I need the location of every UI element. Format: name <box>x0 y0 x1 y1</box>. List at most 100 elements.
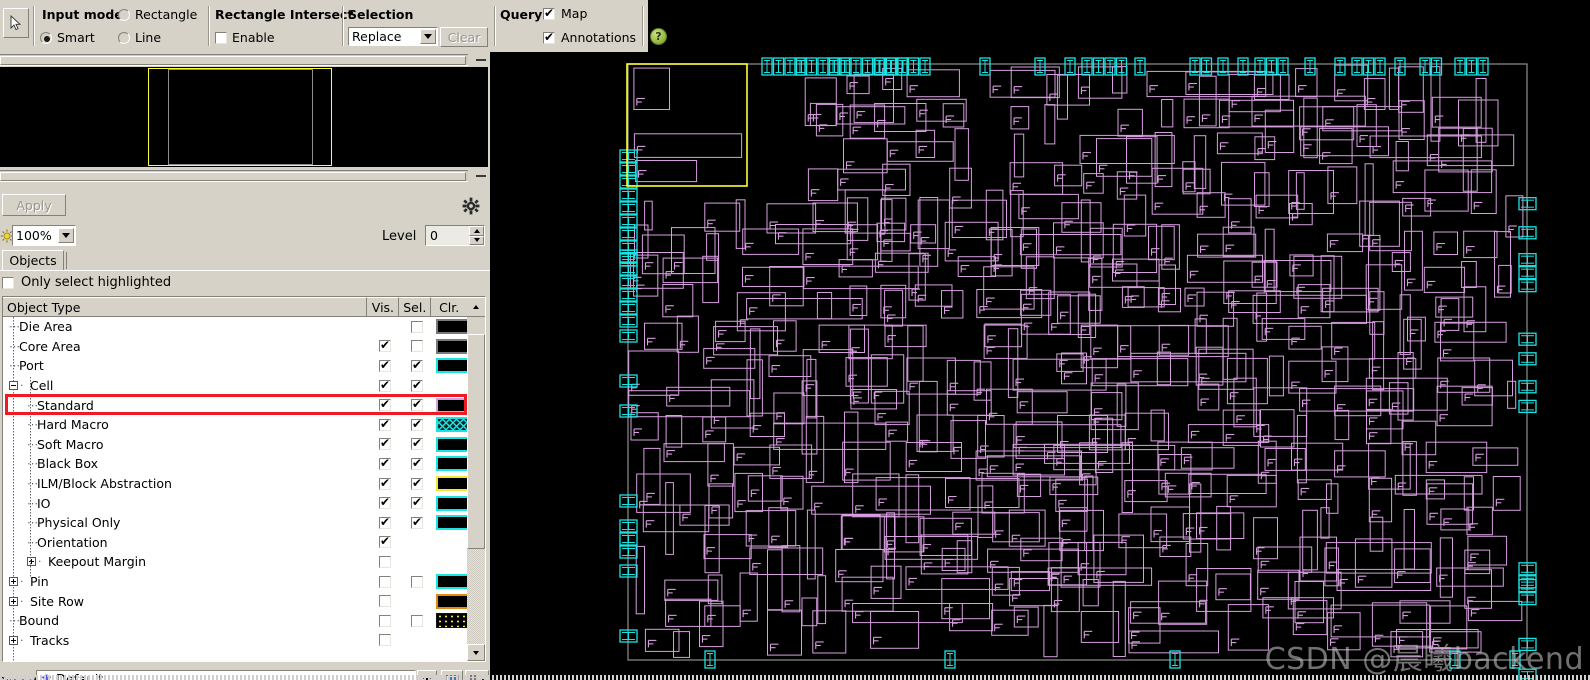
help-icon[interactable]: ? <box>650 28 667 45</box>
color-swatch[interactable] <box>436 515 470 531</box>
tree-row-visible-checkbox[interactable] <box>369 555 401 568</box>
map-checkbox-box[interactable] <box>543 6 555 20</box>
tree-scrollbar-thumb[interactable] <box>467 334 485 549</box>
tree-row-bound[interactable]: ⋯ Bound <box>3 611 485 631</box>
rectangle-intersect-enable-checkbox[interactable]: Enable <box>215 30 275 45</box>
navigator-collapse-bottom[interactable] <box>476 175 486 177</box>
color-swatch[interactable] <box>436 456 470 472</box>
only-select-highlighted-checkbox[interactable] <box>2 276 14 289</box>
tree-row-selectable-checkbox[interactable] <box>401 614 433 627</box>
tree-row-visible-checkbox[interactable] <box>369 338 401 353</box>
tree-row-selectable-checkbox[interactable] <box>401 378 433 392</box>
visible-checkbox-box[interactable] <box>379 595 391 608</box>
level-spin-buttons[interactable] <box>469 226 484 245</box>
visible-checkbox-box[interactable] <box>379 397 391 412</box>
column-sel[interactable]: Sel. <box>399 297 432 316</box>
color-swatch[interactable] <box>436 495 470 511</box>
enable-checkbox-box[interactable] <box>215 31 227 44</box>
visible-checkbox-box[interactable] <box>379 436 391 451</box>
color-swatch[interactable] <box>436 397 470 413</box>
tree-row-visible-checkbox[interactable] <box>369 634 401 647</box>
tree-row-visible-checkbox[interactable] <box>369 456 401 470</box>
visible-checkbox-box[interactable] <box>379 456 391 470</box>
radio-line-dot[interactable] <box>118 31 130 44</box>
visible-checkbox-box[interactable] <box>379 614 391 627</box>
navigator-hscrollbar-bottom[interactable] <box>0 170 468 182</box>
navigator-collapse-top[interactable] <box>476 59 486 61</box>
clear-selection-button[interactable]: Clear <box>440 27 488 47</box>
selectable-checkbox-box[interactable] <box>411 358 423 372</box>
tree-row-orientation[interactable]: ⋯ Orientation <box>3 533 485 553</box>
selectable-checkbox-box[interactable] <box>411 476 423 490</box>
tree-row-visible-checkbox[interactable] <box>369 614 401 627</box>
radio-line[interactable]: Line <box>118 30 161 45</box>
tree-row-selectable-checkbox[interactable] <box>401 397 433 412</box>
color-swatch[interactable] <box>436 613 470 629</box>
visible-checkbox-box[interactable] <box>379 378 391 392</box>
tree-row-standard[interactable]: ⋯ Standard <box>3 395 485 415</box>
level-increment-button[interactable] <box>469 226 484 236</box>
query-map-checkbox[interactable]: Map <box>543 6 587 21</box>
visible-checkbox-box[interactable] <box>379 338 391 353</box>
only-select-highlighted-row[interactable]: Only select highlighted <box>0 270 490 294</box>
color-swatch[interactable] <box>436 417 470 433</box>
tree-row-ilm-block-abstraction[interactable]: ⋯ ILM/Block Abstraction <box>3 474 485 494</box>
tree-vertical-scrollbar[interactable] <box>467 317 485 661</box>
visible-checkbox-box[interactable] <box>379 358 391 372</box>
tree-row-hard-macro[interactable]: ⋯ Hard Macro <box>3 415 485 435</box>
selectable-checkbox-box[interactable] <box>411 614 423 627</box>
object-type-tree[interactable]: Object Type Vis. Sel. Clr. ⋯ Die Area ⋯ Cor… <box>2 296 486 662</box>
tree-row-io[interactable]: ⋯ IO <box>3 493 485 513</box>
visible-checkbox-box[interactable] <box>379 634 391 647</box>
visible-checkbox-box[interactable] <box>379 534 391 549</box>
column-object-type[interactable]: Object Type <box>3 297 368 316</box>
layout-rendering[interactable] <box>490 52 1590 680</box>
tree-row-keepout-margin[interactable]: · Keepout Margin <box>3 552 485 572</box>
visible-checkbox-box[interactable] <box>379 476 391 490</box>
column-clr[interactable]: Clr. <box>431 297 468 316</box>
selectable-checkbox-box[interactable] <box>411 397 423 412</box>
tree-row-visible-checkbox[interactable] <box>369 436 401 451</box>
radio-rectangle[interactable]: Rectangle <box>118 7 197 22</box>
tree-scroll-down-button[interactable] <box>467 644 485 661</box>
tree-row-visible-checkbox[interactable] <box>369 358 401 372</box>
column-vis[interactable]: Vis. <box>367 297 400 316</box>
color-swatch[interactable] <box>436 574 470 590</box>
expand-icon[interactable] <box>9 635 18 645</box>
tree-scrollbar-track[interactable] <box>467 334 485 644</box>
tree-row-visible-checkbox[interactable] <box>369 575 401 588</box>
color-swatch[interactable] <box>436 476 470 492</box>
selectable-checkbox-box[interactable] <box>411 575 423 588</box>
tab-objects[interactable]: Objects <box>2 250 64 270</box>
level-spinner[interactable]: 0 <box>425 225 485 246</box>
tree-row-visible-checkbox[interactable] <box>369 417 401 431</box>
zoom-level-dropdown[interactable]: 100% <box>12 225 76 246</box>
tree-row-visible-checkbox[interactable] <box>369 397 401 412</box>
selectable-checkbox-box[interactable] <box>411 436 423 451</box>
tree-row-die-area[interactable]: ⋯ Die Area <box>3 317 485 337</box>
tree-row-tracks[interactable]: · Tracks <box>3 631 485 651</box>
tree-row-core-area[interactable]: ⋯ Core Area <box>3 337 485 357</box>
tree-row-black-box[interactable]: ⋯ Black Box <box>3 454 485 474</box>
selectable-checkbox-box[interactable] <box>411 515 423 529</box>
radio-rectangle-dot[interactable] <box>118 8 130 21</box>
selectable-checkbox-box[interactable] <box>411 495 423 510</box>
pointer-tool-button[interactable] <box>3 8 29 38</box>
tree-scroll-up-button[interactable] <box>467 297 485 316</box>
color-swatch[interactable] <box>436 436 470 452</box>
tree-row-pin[interactable]: · Pin <box>3 572 485 592</box>
visible-checkbox-box[interactable] <box>379 417 391 431</box>
tree-row-soft-macro[interactable]: ⋯ Soft Macro <box>3 435 485 455</box>
tree-row-selectable-checkbox[interactable] <box>401 575 433 588</box>
tree-row-selectable-checkbox[interactable] <box>401 515 433 529</box>
collapse-icon[interactable] <box>9 381 18 391</box>
tree-row-visible-checkbox[interactable] <box>369 476 401 490</box>
tree-row-visible-checkbox[interactable] <box>369 515 401 529</box>
navigator-hscroll-thumb-bottom[interactable] <box>0 172 466 181</box>
gear-icon[interactable] <box>462 197 480 215</box>
tree-row-physical-only[interactable]: ⋯ Physical Only <box>3 513 485 533</box>
tree-row-site-row[interactable]: · Site Row <box>3 591 485 611</box>
selection-mode-dropdown[interactable]: Replace <box>348 27 438 46</box>
selectable-checkbox-box[interactable] <box>411 378 423 392</box>
navigator-hscroll-thumb-top[interactable] <box>0 56 466 65</box>
